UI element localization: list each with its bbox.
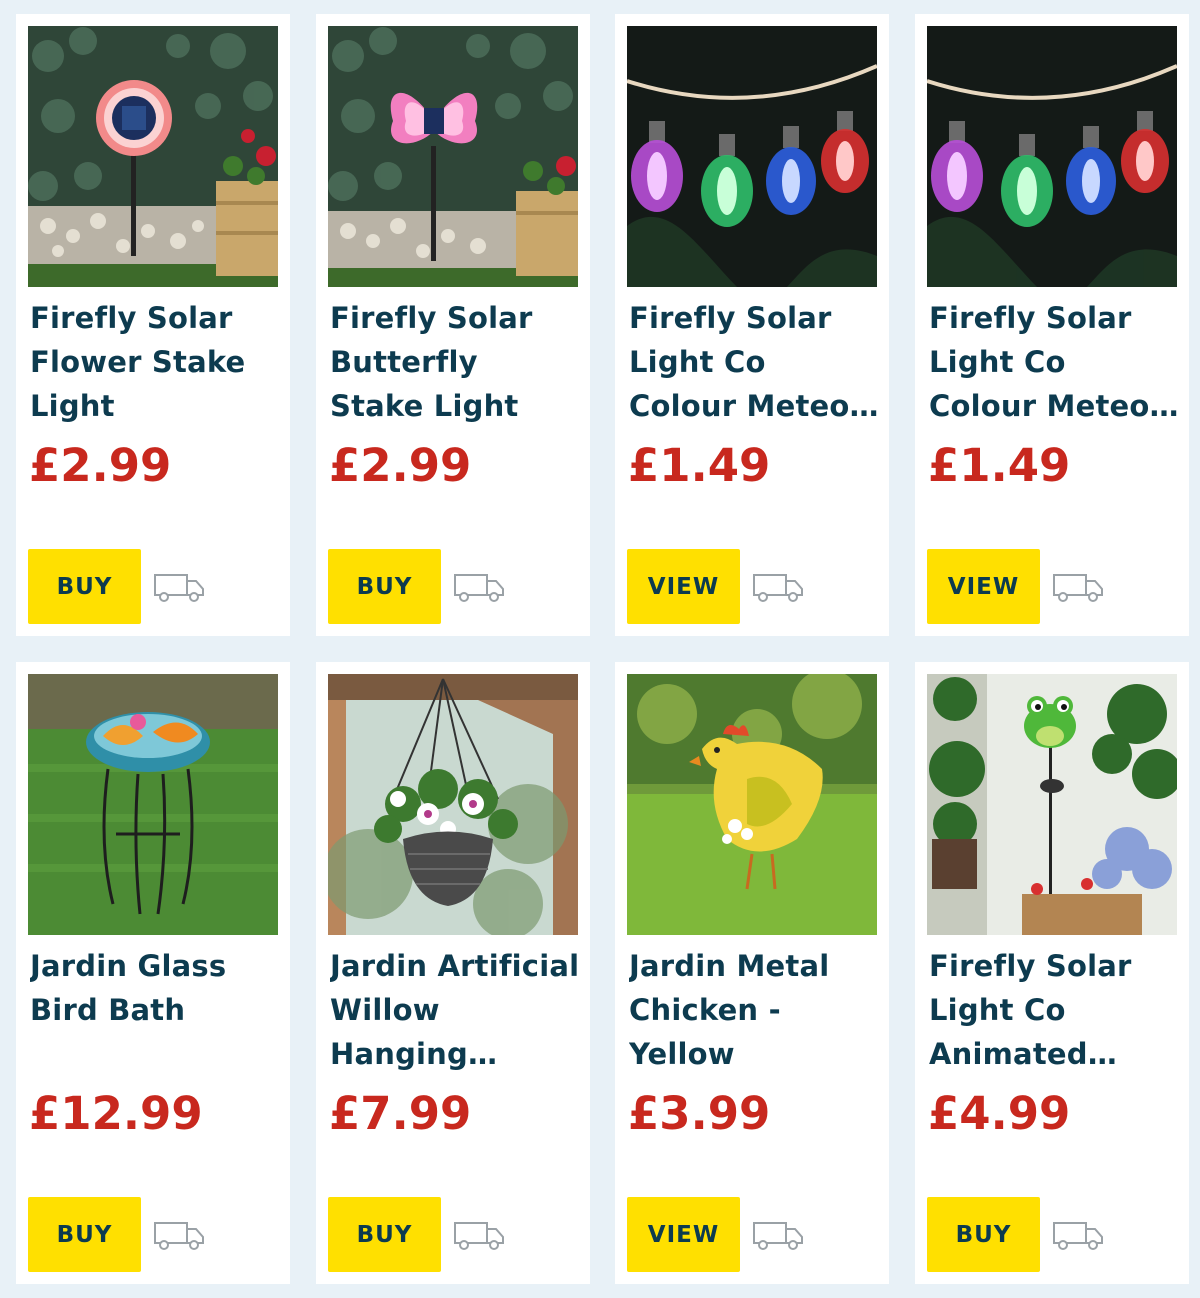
product-title[interactable]: Jardin Artificial Willow Hanging Basket … xyxy=(330,944,580,1076)
product-image[interactable] xyxy=(927,26,1177,287)
delivery-van-icon xyxy=(153,571,205,603)
buy-button[interactable]: BUY xyxy=(927,1197,1040,1272)
product-title[interactable]: Jardin Metal Chicken - Yellow xyxy=(629,944,879,1076)
product-image[interactable] xyxy=(328,674,578,935)
delivery-van-icon xyxy=(1052,1219,1104,1251)
product-image[interactable] xyxy=(927,674,1177,935)
delivery-van-icon xyxy=(453,571,505,603)
product-card[interactable]: Firefly Solar Butterfly Stake Light £2.9… xyxy=(316,14,590,636)
product-card[interactable]: Firefly Solar Light Co Animated Eye... £… xyxy=(915,662,1189,1284)
delivery-van-icon xyxy=(153,1219,205,1251)
product-price: £1.49 xyxy=(628,439,771,492)
product-image[interactable] xyxy=(28,26,278,287)
product-price: £2.99 xyxy=(329,439,472,492)
frog-stake-image xyxy=(927,674,1177,935)
product-card[interactable]: Firefly Solar Light Co Colour Meteor Sho… xyxy=(615,14,889,636)
product-price: £1.49 xyxy=(928,439,1071,492)
product-title[interactable]: Jardin Glass Bird Bath xyxy=(30,944,280,1076)
product-grid: Firefly Solar Flower Stake Light £2.99 B… xyxy=(0,0,1200,1298)
product-title[interactable]: Firefly Solar Light Co Colour Meteor Sho… xyxy=(629,296,879,428)
product-card[interactable]: Firefly Solar Flower Stake Light £2.99 B… xyxy=(16,14,290,636)
product-price: £3.99 xyxy=(628,1087,771,1140)
buy-button[interactable]: BUY xyxy=(328,549,441,624)
colour-bulbs-image xyxy=(627,26,877,287)
product-card[interactable]: Jardin Glass Bird Bath £12.99 BUY xyxy=(16,662,290,1284)
product-price: £4.99 xyxy=(928,1087,1071,1140)
product-card[interactable]: Firefly Solar Light Co Colour Meteor Sho… xyxy=(915,14,1189,636)
product-image[interactable] xyxy=(28,674,278,935)
view-button[interactable]: VIEW xyxy=(627,1197,740,1272)
product-title[interactable]: Firefly Solar Light Co Animated Eye... xyxy=(929,944,1179,1076)
product-image[interactable] xyxy=(328,26,578,287)
bird-bath-image xyxy=(28,674,278,935)
delivery-van-icon xyxy=(1052,571,1104,603)
buy-button[interactable]: BUY xyxy=(28,1197,141,1272)
product-title[interactable]: Firefly Solar Flower Stake Light xyxy=(30,296,280,428)
colour-bulbs-image xyxy=(927,26,1177,287)
view-button[interactable]: VIEW xyxy=(627,549,740,624)
metal-chicken-image xyxy=(627,674,877,935)
product-price: £12.99 xyxy=(29,1087,203,1140)
delivery-van-icon xyxy=(453,1219,505,1251)
product-card[interactable]: Jardin Metal Chicken - Yellow £3.99 VIEW xyxy=(615,662,889,1284)
product-image[interactable] xyxy=(627,674,877,935)
hanging-basket-image xyxy=(328,674,578,935)
solar-butterfly-stake-image xyxy=(328,26,578,287)
buy-button[interactable]: BUY xyxy=(328,1197,441,1272)
delivery-van-icon xyxy=(752,1219,804,1251)
product-price: £7.99 xyxy=(329,1087,472,1140)
product-card[interactable]: Jardin Artificial Willow Hanging Basket … xyxy=(316,662,590,1284)
product-image[interactable] xyxy=(627,26,877,287)
delivery-van-icon xyxy=(752,571,804,603)
product-price: £2.99 xyxy=(29,439,172,492)
view-button[interactable]: VIEW xyxy=(927,549,1040,624)
buy-button[interactable]: BUY xyxy=(28,549,141,624)
product-title[interactable]: Firefly Solar Light Co Colour Meteor Sho… xyxy=(929,296,1179,428)
product-title[interactable]: Firefly Solar Butterfly Stake Light xyxy=(330,296,580,428)
solar-flower-stake-image xyxy=(28,26,278,287)
